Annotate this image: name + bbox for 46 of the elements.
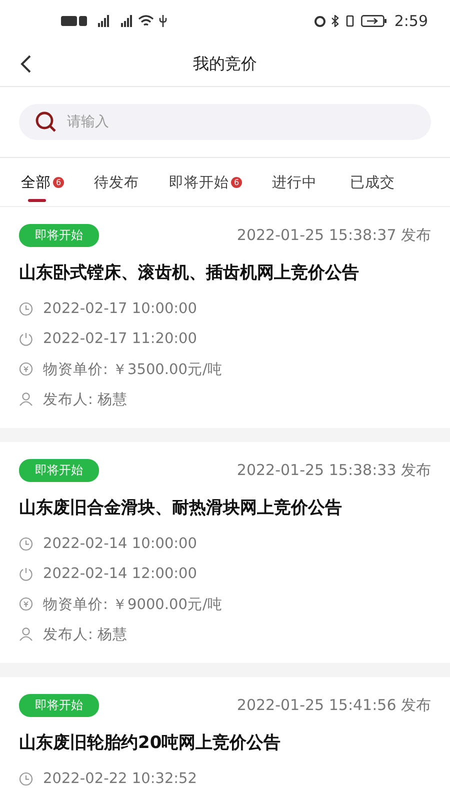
tab[interactable]: 即将开始 6 <box>151 158 254 206</box>
coin-icon <box>19 597 33 611</box>
clock-time: 2:59 <box>394 12 428 30</box>
bid-card[interactable]: 即将开始 2022-01-25 15:38:37 发布 山东卧式镗床、滚齿机、插齿机网上竞价公告 2022-02-17 10:00:00 2022-02-17 11:20:00 物资单价: ￥3500.00元/吨 发布人: 杨慧 <box>0 207 450 428</box>
count-badge: 6 <box>53 176 64 188</box>
info-text: 物资单价: ￥9000.00元/吨 <box>43 596 222 614</box>
search-field[interactable]: 请输入 <box>19 104 431 140</box>
vibrate-icon <box>344 15 356 27</box>
battery-icon <box>361 15 388 27</box>
info-text: 2022-02-14 12:00:00 <box>43 566 197 582</box>
bid-card[interactable]: 即将开始 2022-01-25 15:38:33 发布 山东废旧合金滑块、耐热滑块网上竞价公告 2022-02-14 10:00:00 2022-02-14 12:00:00 物资单价: ￥9000.00元/吨 发布人: 杨慧 <box>0 442 450 663</box>
info-text: 物资单价: ￥3500.00元/吨 <box>43 360 222 378</box>
tab[interactable]: 全部 6 <box>0 158 76 206</box>
wifi-icon <box>138 15 154 27</box>
person-icon <box>19 627 33 641</box>
power-icon <box>19 332 33 346</box>
tab[interactable]: 已成交 <box>329 158 407 206</box>
status-tag: 即将开始 <box>19 224 99 247</box>
info-text: 2022-02-14 10:00:00 <box>43 536 197 552</box>
coin-icon <box>19 362 33 376</box>
count-badge: 6 <box>231 176 242 188</box>
bluetooth-icon <box>331 15 340 27</box>
clock-icon <box>19 302 33 316</box>
info-text: 发布人: 杨慧 <box>43 626 128 644</box>
back-icon <box>20 54 32 74</box>
card-title: 山东卧式镗床、滚齿机、插齿机网上竞价公告 <box>19 262 360 284</box>
publish-time: 2022-01-25 15:38:37 发布 <box>236 226 431 245</box>
info-text: 2022-02-17 10:00:00 <box>43 301 197 317</box>
publish-time: 2022-01-25 15:38:33 发布 <box>236 461 431 480</box>
tab[interactable]: 待发布 <box>76 158 151 206</box>
card-title: 山东废旧合金滑块、耐热滑块网上竞价公告 <box>19 497 343 519</box>
page-title: 我的竞价 <box>193 54 257 74</box>
bid-card[interactable]: 即将开始 2022-01-25 15:41:56 发布 山东废旧轮胎约20吨网上竞价公告 2022-02-22 10:32:52 <box>0 677 450 800</box>
info-text: 2022-02-17 11:20:00 <box>43 331 197 347</box>
clock-icon <box>19 537 33 551</box>
person-icon <box>19 392 33 406</box>
status-tag: 即将开始 <box>19 694 99 717</box>
info-text: 2022-02-22 10:32:52 <box>43 771 197 787</box>
power-icon <box>19 567 33 581</box>
tab[interactable]: 进行中 <box>254 158 329 206</box>
info-text: 发布人: 杨慧 <box>43 390 128 408</box>
card-title: 山东废旧轮胎约20吨网上竞价公告 <box>19 732 282 754</box>
publish-time: 2022-01-25 15:41:56 发布 <box>236 696 431 715</box>
clock-icon <box>19 772 33 786</box>
usb-icon <box>159 15 167 27</box>
status-tag: 即将开始 <box>19 459 99 482</box>
